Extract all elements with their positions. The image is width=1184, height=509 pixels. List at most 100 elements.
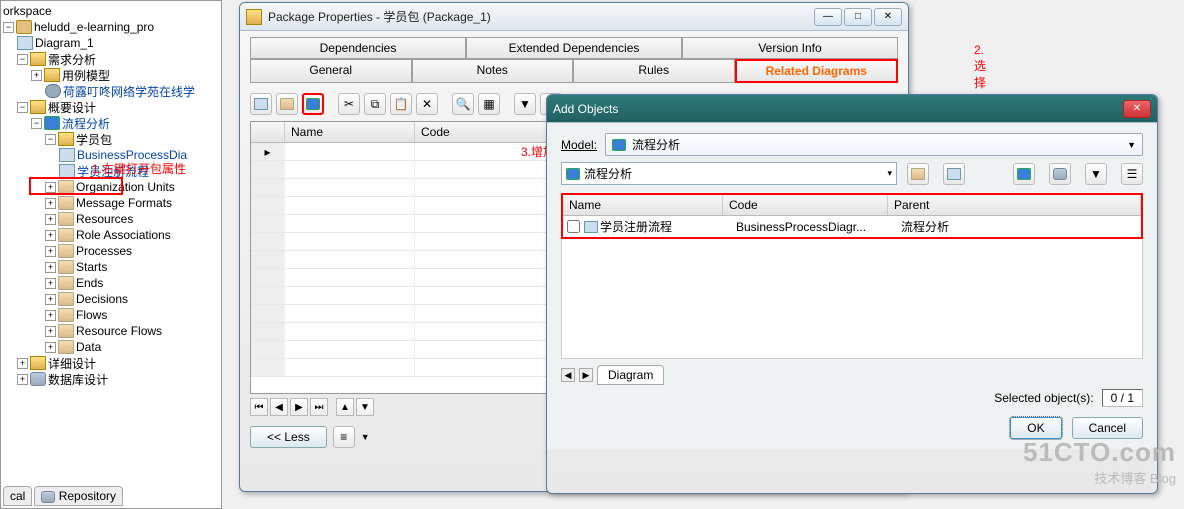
cancel-button[interactable]: Cancel — [1072, 417, 1143, 439]
tab-version-info[interactable]: Version Info — [682, 37, 898, 59]
expand-icon[interactable]: + — [17, 358, 28, 369]
diagram-icon — [59, 164, 75, 178]
next-row-button[interactable]: ▶ — [290, 398, 308, 416]
collapse-icon[interactable]: − — [3, 22, 14, 33]
expand-icon[interactable]: + — [45, 342, 56, 353]
expand-icon[interactable]: + — [45, 230, 56, 241]
properties-button[interactable] — [250, 93, 272, 115]
first-row-button[interactable]: ⏮ — [250, 398, 268, 416]
collapse-icon[interactable]: − — [31, 118, 42, 129]
col-name[interactable]: Name — [563, 195, 723, 215]
refresh-button[interactable] — [943, 163, 965, 185]
collapse-icon[interactable]: − — [17, 54, 28, 65]
paste-button[interactable]: 📋 — [390, 93, 412, 115]
list-item[interactable]: 学员注册流程 BusinessProcessDiagr... 流程分析 — [563, 216, 1141, 237]
expand-icon[interactable]: + — [45, 278, 56, 289]
expand-icon[interactable]: + — [31, 70, 42, 81]
expand-icon[interactable]: + — [45, 246, 56, 257]
less-button[interactable]: << Less — [250, 426, 327, 448]
cut-button[interactable]: ✂ — [338, 93, 360, 115]
tree-item[interactable]: +Role Associations — [3, 227, 219, 243]
filter-button[interactable]: ▼ — [514, 93, 536, 115]
expand-icon[interactable]: + — [45, 182, 56, 193]
tab-local[interactable]: cal — [3, 486, 32, 506]
move-down-button[interactable]: ▼ — [356, 398, 374, 416]
select-all-button[interactable]: ▦ — [478, 93, 500, 115]
tree-item[interactable]: Diagram_1 — [3, 35, 219, 51]
close-button[interactable]: ✕ — [874, 8, 902, 26]
col-parent[interactable]: Parent — [888, 195, 1141, 215]
expand-icon[interactable]: + — [45, 326, 56, 337]
tab-rules[interactable]: Rules — [573, 59, 735, 83]
tree-item[interactable]: +Flows — [3, 307, 219, 323]
expand-icon[interactable]: + — [45, 310, 56, 321]
tab-general[interactable]: General — [250, 59, 412, 83]
row-checkbox[interactable] — [567, 220, 580, 233]
tree-item[interactable]: 学员注册流程 — [3, 163, 219, 179]
tree-item[interactable]: +Resource Flows — [3, 323, 219, 339]
tab-diagram[interactable]: Diagram — [597, 365, 664, 385]
tab-extended-dependencies[interactable]: Extended Dependencies — [466, 37, 682, 59]
titlebar[interactable]: Package Properties - 学员包 (Package_1) — □… — [240, 3, 908, 31]
select-all-button[interactable] — [1013, 163, 1035, 185]
col-name[interactable]: Name — [285, 122, 415, 142]
col-rownum[interactable] — [251, 122, 285, 142]
tree-item[interactable]: +Data — [3, 339, 219, 355]
tree-item-selected[interactable]: −学员包 — [3, 131, 219, 147]
tree-item[interactable]: +Message Formats — [3, 195, 219, 211]
tree-item[interactable]: +Ends — [3, 275, 219, 291]
filter-input[interactable]: 流程分析 ▾ — [561, 162, 897, 185]
objects-list[interactable]: Name Code Parent 学员注册流程 BusinessProcessD… — [561, 193, 1143, 239]
tree-item[interactable]: +Processes — [3, 243, 219, 259]
expand-icon[interactable]: + — [45, 294, 56, 305]
ok-button[interactable]: OK — [1010, 417, 1061, 439]
tree-item[interactable]: −流程分析 — [3, 115, 219, 131]
tab-dependencies[interactable]: Dependencies — [250, 37, 466, 59]
col-code[interactable]: Code — [723, 195, 888, 215]
titlebar[interactable]: Add Objects ✕ — [547, 95, 1157, 123]
tree-project[interactable]: −heludd_e-learning_pro — [3, 19, 219, 35]
tree-item[interactable]: −概要设计 — [3, 99, 219, 115]
move-up-button[interactable]: ▲ — [336, 398, 354, 416]
customize-cols-button[interactable]: ☰ — [1121, 163, 1143, 185]
add-objects-button[interactable] — [302, 93, 324, 115]
copy-button[interactable]: ⧉ — [364, 93, 386, 115]
tree-item[interactable]: +Resources — [3, 211, 219, 227]
collapse-icon[interactable]: − — [17, 102, 28, 113]
tab-related-diagrams[interactable]: Related Diagrams — [735, 59, 899, 83]
insert-row-button[interactable] — [276, 93, 298, 115]
tab-scroll-left[interactable]: ◀ — [561, 368, 575, 382]
expand-icon[interactable]: + — [45, 214, 56, 225]
window-title: Package Properties - 学员包 (Package_1) — [268, 8, 814, 25]
delete-button[interactable]: ✕ — [416, 93, 438, 115]
tree-root[interactable]: orkspace — [3, 3, 219, 19]
expand-icon[interactable]: + — [17, 374, 28, 385]
tree-item[interactable]: 荷露叮咚网络学苑在线学 — [3, 83, 219, 99]
tab-repository[interactable]: Repository — [34, 486, 123, 506]
tree-item[interactable]: +Decisions — [3, 291, 219, 307]
tree-toggle-button[interactable] — [907, 163, 929, 185]
filter-button[interactable]: ▼ — [1085, 163, 1107, 185]
tree-item[interactable]: +详细设计 — [3, 355, 219, 371]
tree-item[interactable]: +Organization Units — [3, 179, 219, 195]
expand-icon[interactable]: + — [45, 198, 56, 209]
tree-item[interactable]: +用例模型 — [3, 67, 219, 83]
tree-item[interactable]: −需求分析 — [3, 51, 219, 67]
tab-notes[interactable]: Notes — [412, 59, 574, 83]
help-button[interactable]: ≡ — [333, 426, 355, 448]
tab-scroll-right[interactable]: ▶ — [579, 368, 593, 382]
find-button[interactable]: 🔍 — [452, 93, 474, 115]
actor-icon — [45, 84, 61, 98]
model-dropdown[interactable]: 流程分析 ▼ — [605, 133, 1143, 156]
last-row-button[interactable]: ⏭ — [310, 398, 328, 416]
prev-row-button[interactable]: ◀ — [270, 398, 288, 416]
tree-item[interactable]: +数据库设计 — [3, 371, 219, 387]
tree-item[interactable]: BusinessProcessDia — [3, 147, 219, 163]
deselect-all-button[interactable] — [1049, 163, 1071, 185]
expand-icon[interactable]: + — [45, 262, 56, 273]
tree-item[interactable]: +Starts — [3, 259, 219, 275]
collapse-icon[interactable]: − — [45, 134, 56, 145]
minimize-button[interactable]: — — [814, 8, 842, 26]
maximize-button[interactable]: □ — [844, 8, 872, 26]
close-button[interactable]: ✕ — [1123, 100, 1151, 118]
